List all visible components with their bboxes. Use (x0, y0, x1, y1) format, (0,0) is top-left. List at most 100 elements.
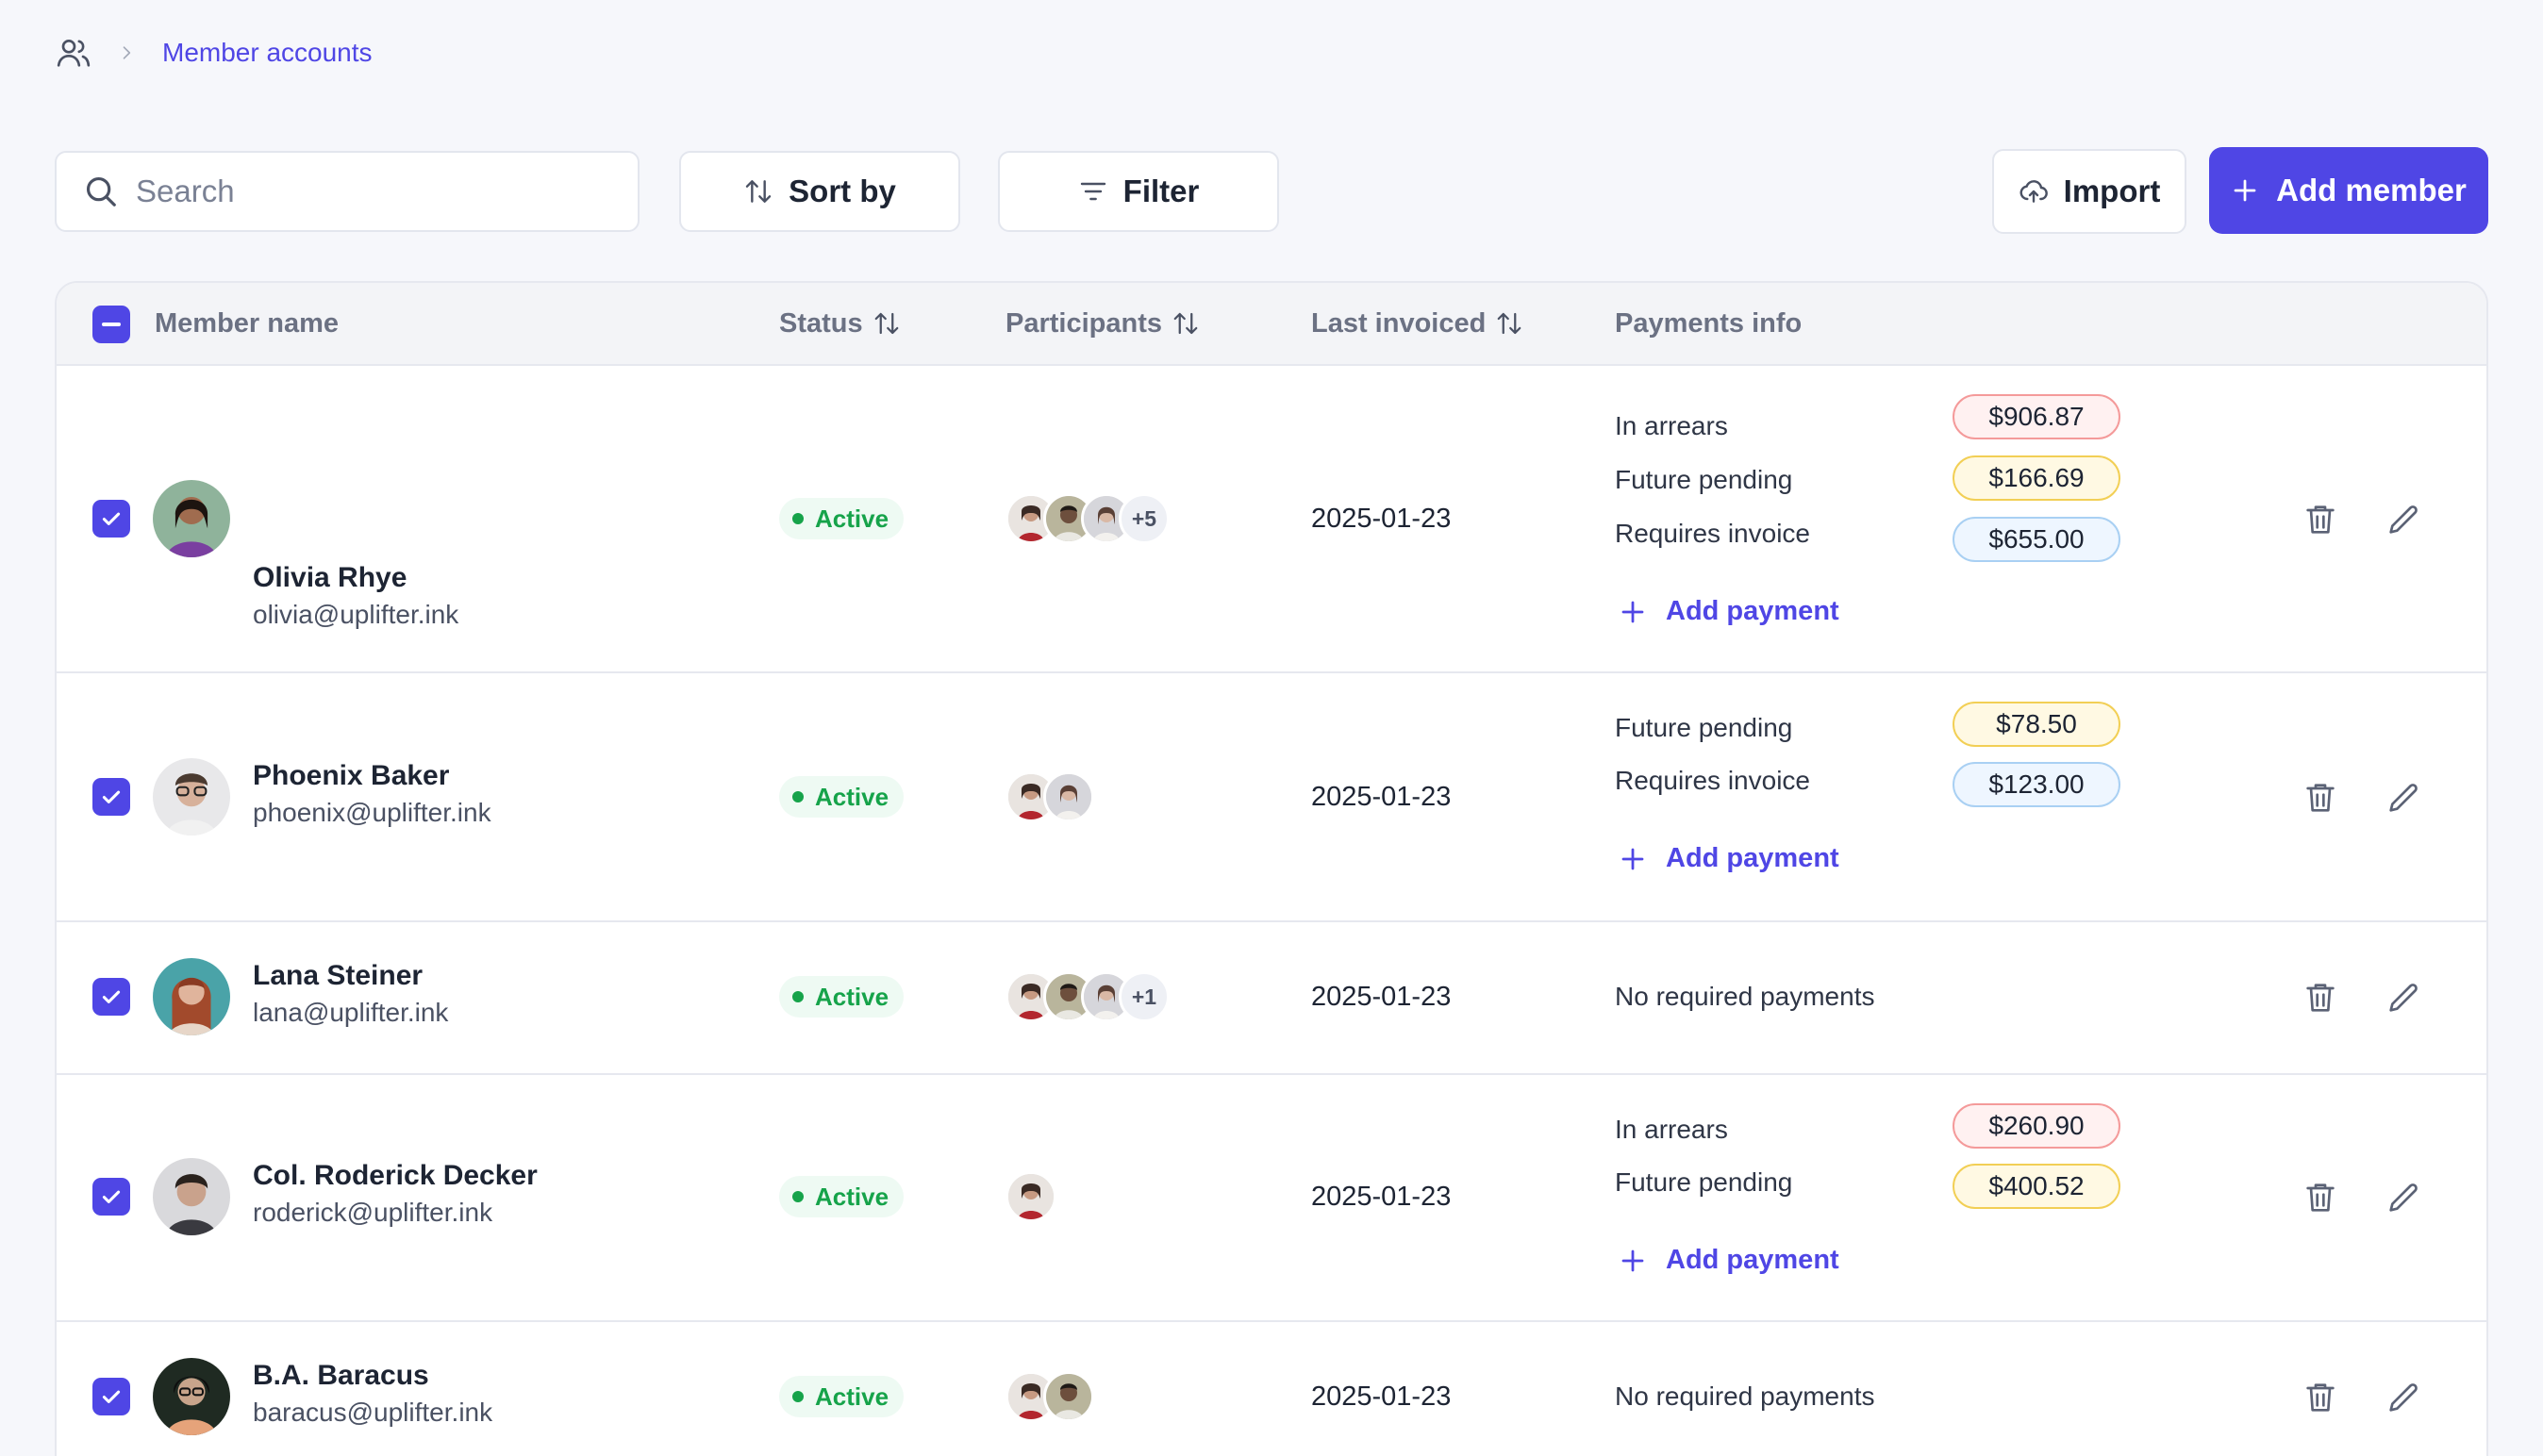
search-input[interactable] (136, 174, 626, 209)
select-all-checkbox[interactable] (92, 306, 130, 343)
participant-avatar (1043, 1371, 1094, 1422)
member-accounts-page: Member accounts Sort by Filter Import Ad… (0, 0, 2543, 1456)
avatar (153, 958, 230, 1035)
table-row[interactable]: Lana Steiner lana@uplifter.ink Active +1… (57, 922, 2486, 1075)
add-payment-button[interactable]: Add payment (1619, 1245, 1839, 1276)
import-label: Import (2063, 174, 2161, 208)
trash-icon (2302, 979, 2339, 1017)
edit-button[interactable] (2385, 979, 2422, 1017)
sort-icon (1495, 309, 1523, 338)
import-button[interactable]: Import (1992, 149, 2186, 234)
status-badge: Active (779, 776, 905, 818)
column-member-name-label: Member name (155, 307, 340, 339)
status-badge: Active (779, 976, 905, 1018)
column-last-invoiced[interactable]: Last invoiced (1311, 283, 1523, 364)
participants-group[interactable]: +1 (1006, 971, 1170, 1022)
edit-button[interactable] (2385, 1179, 2422, 1216)
column-payments-info: Payments info (1615, 283, 1802, 364)
delete-button[interactable] (2302, 1379, 2339, 1416)
participant-avatar (1006, 1171, 1056, 1222)
participants-group[interactable] (1006, 771, 1094, 822)
payment-amount-arrears: $260.90 (1953, 1103, 2120, 1149)
avatar (153, 758, 230, 836)
pencil-icon (2385, 501, 2422, 538)
status-label: Active (815, 782, 889, 811)
add-payment-label: Add payment (1666, 1245, 1839, 1275)
row-checkbox[interactable] (92, 1178, 130, 1216)
payment-label: Future pending (1615, 713, 1793, 742)
column-participants-label: Participants (1006, 307, 1162, 339)
sort-by-button[interactable]: Sort by (679, 151, 960, 232)
no-required-payments: No required payments (1615, 982, 1875, 1011)
table-row[interactable]: Olivia Rhye olivia@uplifter.ink Active +… (57, 366, 2486, 673)
avatar (153, 1158, 230, 1235)
payment-amount-pending: $166.69 (1953, 455, 2120, 501)
filter-icon (1080, 182, 1105, 201)
add-payment-button[interactable]: Add payment (1619, 596, 1839, 627)
last-invoiced-date: 2025-01-23 (1311, 782, 1452, 812)
edit-button[interactable] (2385, 501, 2422, 538)
table-row[interactable]: Col. Roderick Decker roderick@uplifter.i… (57, 1075, 2486, 1322)
column-status[interactable]: Status (779, 283, 901, 364)
edit-button[interactable] (2385, 1379, 2422, 1416)
breadcrumb-current[interactable]: Member accounts (162, 38, 373, 68)
column-participants[interactable]: Participants (1006, 283, 1200, 364)
payment-label: In arrears (1615, 411, 1728, 440)
sort-icon (1172, 309, 1200, 338)
participant-avatar (1043, 771, 1094, 822)
member-name: Olivia Rhye (253, 562, 407, 593)
participants-group[interactable] (1006, 1171, 1056, 1222)
members-table: Member name Status Participants Last inv… (55, 281, 2488, 1456)
add-payment-label: Add payment (1666, 596, 1839, 626)
payment-amount-invoice: $123.00 (1953, 762, 2120, 807)
column-last-invoiced-label: Last invoiced (1311, 307, 1487, 339)
sort-by-label: Sort by (789, 174, 896, 208)
add-member-button[interactable]: Add member (2209, 147, 2488, 234)
member-name: Lana Steiner (253, 960, 424, 991)
filter-label: Filter (1122, 174, 1200, 208)
search-box[interactable] (55, 151, 640, 232)
users-icon[interactable] (55, 34, 92, 72)
add-payment-button[interactable]: Add payment (1619, 843, 1839, 874)
row-checkbox[interactable] (92, 1378, 130, 1415)
delete-button[interactable] (2302, 779, 2339, 817)
column-status-label: Status (779, 307, 863, 339)
pencil-icon (2385, 979, 2422, 1017)
avatar (153, 1358, 230, 1435)
check-icon (99, 1184, 124, 1209)
delete-button[interactable] (2302, 1179, 2339, 1216)
payment-label: Requires invoice (1615, 519, 1810, 548)
delete-button[interactable] (2302, 979, 2339, 1017)
table-row[interactable]: B.A. Baracus baracus@uplifter.ink Active… (57, 1322, 2486, 1456)
participants-group[interactable]: +5 (1006, 493, 1170, 544)
search-icon (86, 176, 116, 207)
status-dot (792, 1391, 804, 1402)
trash-icon (2302, 501, 2339, 538)
cloud-upload-icon (2019, 180, 2048, 203)
filter-button[interactable]: Filter (998, 151, 1279, 232)
plus-icon (2234, 179, 2256, 202)
table-row[interactable]: Phoenix Baker phoenix@uplifter.ink Activ… (57, 673, 2486, 922)
participants-group[interactable] (1006, 1371, 1094, 1422)
delete-button[interactable] (2302, 501, 2339, 538)
toolbar: Sort by Filter Import Add member (55, 147, 2488, 234)
sort-icon (873, 309, 901, 338)
payment-label: In arrears (1615, 1115, 1728, 1144)
check-icon (99, 1384, 124, 1409)
trash-icon (2302, 1179, 2339, 1216)
check-icon (99, 506, 124, 531)
status-label: Active (815, 1382, 889, 1411)
pencil-icon (2385, 779, 2422, 817)
status-badge: Active (779, 1176, 905, 1217)
member-name: Phoenix Baker (253, 760, 450, 791)
status-label: Active (815, 982, 889, 1011)
edit-button[interactable] (2385, 779, 2422, 817)
row-checkbox[interactable] (92, 500, 130, 538)
pencil-icon (2385, 1179, 2422, 1216)
payment-label: Future pending (1615, 465, 1793, 494)
table-header: Member name Status Participants Last inv… (57, 283, 2486, 366)
check-icon (99, 785, 124, 809)
row-checkbox[interactable] (92, 978, 130, 1016)
participants-more-count: +5 (1119, 493, 1170, 544)
row-checkbox[interactable] (92, 778, 130, 816)
